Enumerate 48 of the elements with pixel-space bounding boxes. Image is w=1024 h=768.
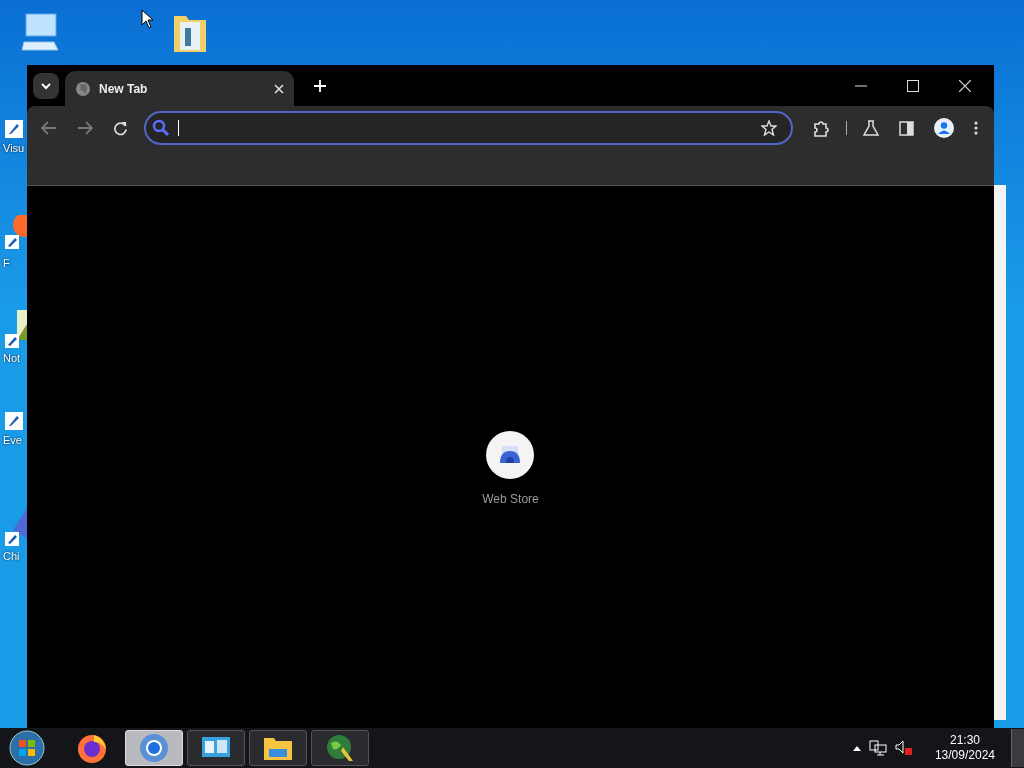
forward-icon[interactable] (77, 121, 93, 135)
puzzle-icon[interactable] (813, 119, 830, 137)
reload-icon[interactable] (113, 120, 128, 136)
computer-icon[interactable] (18, 10, 62, 54)
star-icon[interactable] (761, 120, 777, 136)
shortcut-tile[interactable] (486, 431, 535, 479)
speaker-muted-icon[interactable] (894, 740, 913, 756)
search-icon (152, 119, 170, 137)
close-icon[interactable] (274, 83, 284, 94)
folder-icon (263, 735, 293, 761)
ring-logo-icon (139, 733, 169, 763)
desktop-icon-label: Not (3, 352, 21, 364)
show-hidden-icons-icon[interactable] (852, 745, 861, 751)
side-panel-icon[interactable] (899, 120, 914, 136)
minimize-icon[interactable] (855, 84, 867, 87)
tab-search-button[interactable] (33, 72, 59, 99)
shortcut-label: Web Store (482, 492, 539, 506)
shortcut-icon[interactable] (3, 410, 25, 432)
desktop-icon-label: Eve (3, 434, 22, 446)
fox-logo-icon (76, 732, 108, 764)
app-shortcut-icon[interactable] (3, 508, 27, 548)
clock-date: 13/09/2024 (934, 748, 995, 763)
network-icon[interactable] (868, 740, 887, 756)
globe-icon (75, 80, 91, 97)
control-panel-icon (201, 736, 231, 760)
new-tab-icon[interactable] (314, 79, 326, 92)
desktop-icon-label: F (3, 257, 10, 269)
desktop-icon-label: Visu (3, 142, 25, 154)
desktop-icon-label: Chi (3, 550, 20, 562)
store-icon (499, 446, 522, 464)
chevron-down-icon (40, 81, 52, 90)
shortcut-icon[interactable] (3, 118, 25, 140)
clock-time: 21:30 (949, 733, 980, 748)
clock[interactable]: 21:30 13/09/2024 (934, 733, 995, 763)
maximize-icon[interactable] (907, 79, 919, 92)
taskbar-button[interactable] (311, 730, 369, 766)
back-icon[interactable] (41, 121, 57, 135)
flask-icon[interactable] (863, 120, 879, 136)
browser-tab[interactable]: New Tab (65, 71, 294, 106)
close-icon[interactable] (959, 79, 971, 92)
taskbar-button[interactable] (249, 730, 307, 766)
notepad-shortcut-icon[interactable] (3, 310, 27, 350)
profile-avatar-icon[interactable] (934, 118, 954, 138)
globe-icon (325, 733, 355, 763)
start-orb-icon[interactable] (9, 730, 45, 766)
mouse-cursor-icon (141, 9, 155, 29)
menu-icon[interactable] (974, 121, 978, 135)
taskbar-button[interactable] (187, 730, 245, 766)
